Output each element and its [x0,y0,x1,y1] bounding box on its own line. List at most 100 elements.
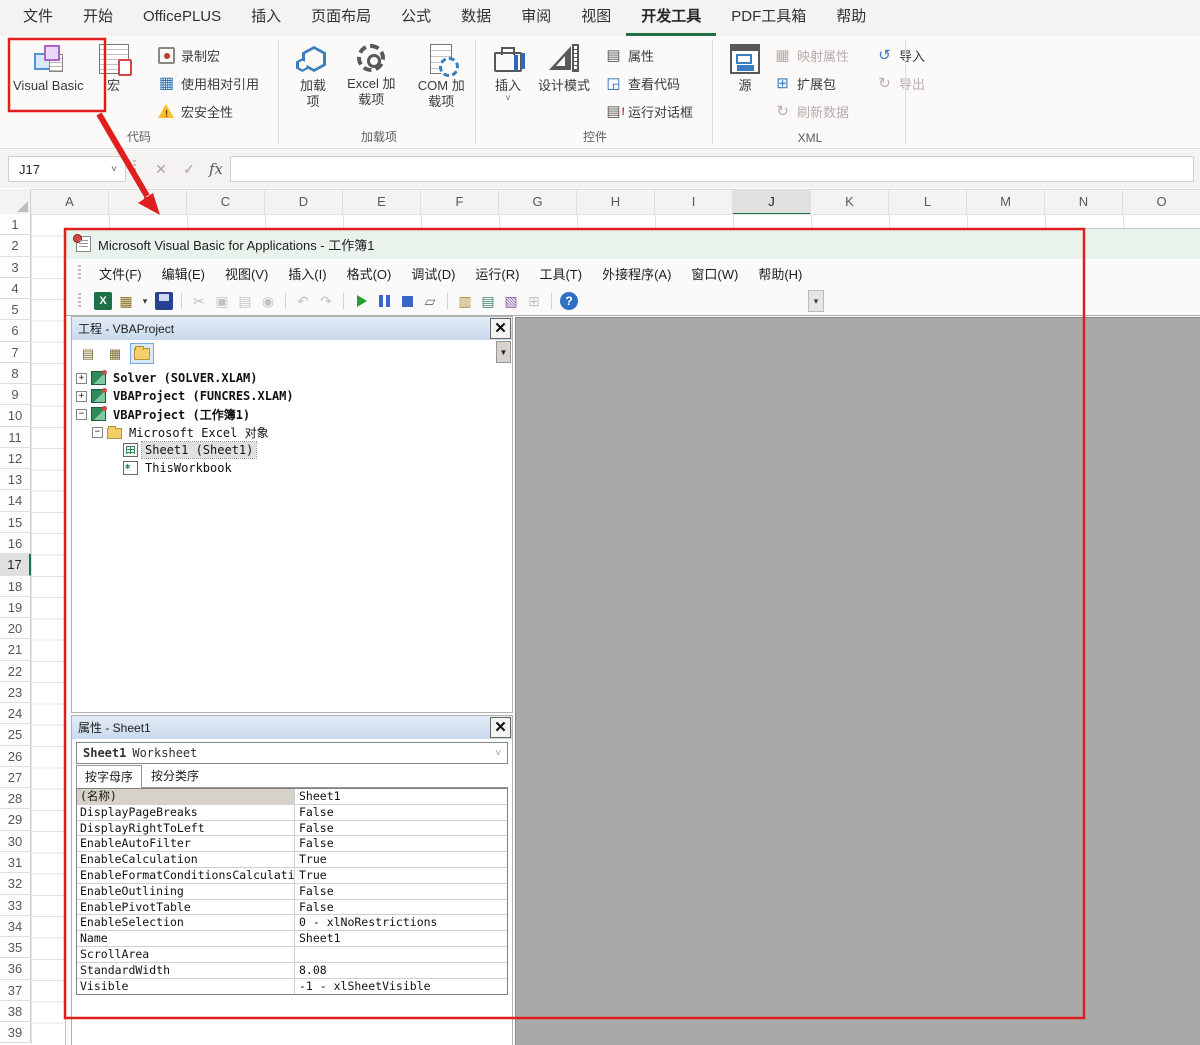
object-dropdown[interactable]: Sheet1 Worksheet ˅ [76,742,508,764]
vba-toolbar-icon[interactable]: ▤ [479,292,497,310]
scrollbar-button[interactable]: ▼ [496,341,511,363]
expander-icon[interactable]: − [76,408,87,420]
ribbon-tab[interactable]: 开发工具 [626,0,717,36]
row-header[interactable]: 6 [0,320,31,342]
vba-toolbar-icon[interactable]: ? [560,292,578,310]
project-toolbar-button[interactable] [130,343,154,364]
vba-toolbar-icon[interactable]: X [94,292,112,310]
row-header[interactable]: 10 [0,405,31,427]
row-header[interactable]: 15 [0,511,31,533]
row-header[interactable]: 21 [0,639,31,661]
property-value[interactable]: False [295,805,507,820]
vba-menu-item[interactable]: 文件(F) [89,261,152,286]
tree-item[interactable]: + Solver (SOLVER.XLAM) [74,369,494,387]
column-header[interactable]: I [655,190,733,215]
close-icon[interactable]: ✕ [490,318,511,339]
toolbar-overflow-button[interactable]: ▾ [808,290,824,312]
ribbon-small-button[interactable]: ▤ 运行对话框 [605,102,693,121]
column-header[interactable]: D [265,190,343,215]
column-header[interactable]: G [499,190,577,215]
property-value[interactable]: False [295,836,507,851]
row-header[interactable]: 37 [0,979,31,1001]
ribbon-tab[interactable]: 页面布局 [296,0,386,36]
vba-toolbar-icon[interactable]: ▣ [213,292,231,310]
row-header[interactable]: 24 [0,703,31,725]
row-header[interactable]: 36 [0,958,31,980]
column-header[interactable]: A [31,190,109,215]
column-header[interactable]: O [1123,190,1200,215]
vba-toolbar-icon[interactable]: ▱ [421,292,439,310]
vba-toolbar-icon[interactable] [178,292,185,310]
tree-item[interactable]: − Microsoft Excel 对象 [74,423,494,441]
row-header[interactable]: 28 [0,788,31,810]
ribbon-tab[interactable]: OfficePLUS [128,0,236,36]
property-value[interactable] [295,947,507,962]
ribbon-small-button[interactable]: ▦ 映射属性 [774,46,849,65]
vba-title-bar[interactable]: Microsoft Visual Basic for Applications … [66,229,1200,259]
property-value[interactable]: False [295,821,507,836]
property-value[interactable]: Sheet1 [295,789,507,804]
property-value[interactable]: True [295,868,507,883]
row-header[interactable]: 18 [0,575,31,597]
row-header[interactable]: 3 [0,256,31,278]
property-value[interactable]: False [295,900,507,915]
vba-toolbar-icon[interactable]: ▾ [140,292,150,310]
row-header[interactable]: 12 [0,447,31,470]
tree-item[interactable]: Sheet1 (Sheet1) [74,441,494,459]
vba-menu-item[interactable]: 视图(V) [215,261,278,286]
vba-toolbar-icon[interactable]: ▥ [456,292,474,310]
vba-menu-item[interactable]: 插入(I) [278,261,336,286]
ribbon-tab[interactable]: 视图 [566,0,626,36]
row-header[interactable]: 19 [0,596,31,619]
vba-menu-item[interactable]: 格式(O) [337,261,402,286]
project-toolbar-button[interactable]: ▤ [76,343,100,364]
row-header[interactable]: 38 [0,1000,31,1023]
property-row[interactable]: StandardWidth 8.08 [77,962,507,979]
row-header[interactable]: 4 [0,277,31,300]
vba-menu-item[interactable]: 帮助(H) [748,261,812,286]
column-header[interactable]: F [421,190,499,215]
row-header[interactable]: 23 [0,681,31,704]
ribbon-tab[interactable]: PDF工具箱 [716,0,821,36]
properties-tab[interactable]: 按字母序 [76,765,143,788]
vba-toolbar-icon[interactable] [282,292,289,310]
vba-toolbar-icon[interactable]: ↶ [294,292,312,310]
ribbon-big-button[interactable]: Visual Basic [8,40,89,96]
row-header[interactable]: 25 [0,724,31,746]
property-value[interactable]: 0 - xlNoRestrictions [295,915,507,930]
property-value[interactable]: False [295,884,507,899]
project-toolbar-button[interactable]: ▦ [103,343,127,364]
column-header[interactable]: E [343,190,421,215]
expander-icon[interactable]: + [76,390,87,402]
drag-handle[interactable] [78,293,81,309]
row-header[interactable]: 5 [0,299,31,321]
ribbon-tab[interactable]: 公式 [386,0,446,36]
property-row[interactable]: Name Sheet1 [77,931,507,947]
row-header[interactable]: 2 [0,235,31,257]
row-header[interactable]: 8 [0,362,31,385]
vba-toolbar-icon[interactable] [375,292,393,310]
property-row[interactable]: EnableOutlining False [77,883,507,900]
row-header[interactable]: 39 [0,1022,31,1044]
ribbon-small-button[interactable]: ↻ 刷新数据 [774,102,849,121]
row-header[interactable]: 17 [0,554,31,576]
ribbon-small-button[interactable]: 宏安全性 [158,102,259,123]
column-header[interactable]: H [577,190,655,215]
property-row[interactable]: DisplayRightToLeft False [77,820,507,837]
row-header[interactable]: 14 [0,490,31,512]
property-row[interactable]: EnableAutoFilter False [77,836,507,853]
vba-toolbar-icon[interactable] [548,292,555,310]
vba-toolbar-icon[interactable]: ↷ [317,292,335,310]
ribbon-small-button[interactable]: ↺ 导入 [876,46,925,65]
expander-icon[interactable]: − [92,426,103,438]
row-header[interactable]: 26 [0,745,31,767]
ribbon-big-button[interactable]: 宏 [93,40,135,96]
enter-icon[interactable]: ✓ [176,156,202,182]
properties-tab[interactable]: 按分类序 [142,764,208,787]
ribbon-tab[interactable]: 插入 [236,0,296,36]
vba-menu-item[interactable]: 编辑(E) [152,261,215,286]
vba-toolbar-icon[interactable] [398,292,416,310]
tree-item[interactable]: ThisWorkbook [74,459,494,477]
row-header[interactable]: 34 [0,915,31,938]
vba-toolbar-icon[interactable]: ◉ [259,292,277,310]
